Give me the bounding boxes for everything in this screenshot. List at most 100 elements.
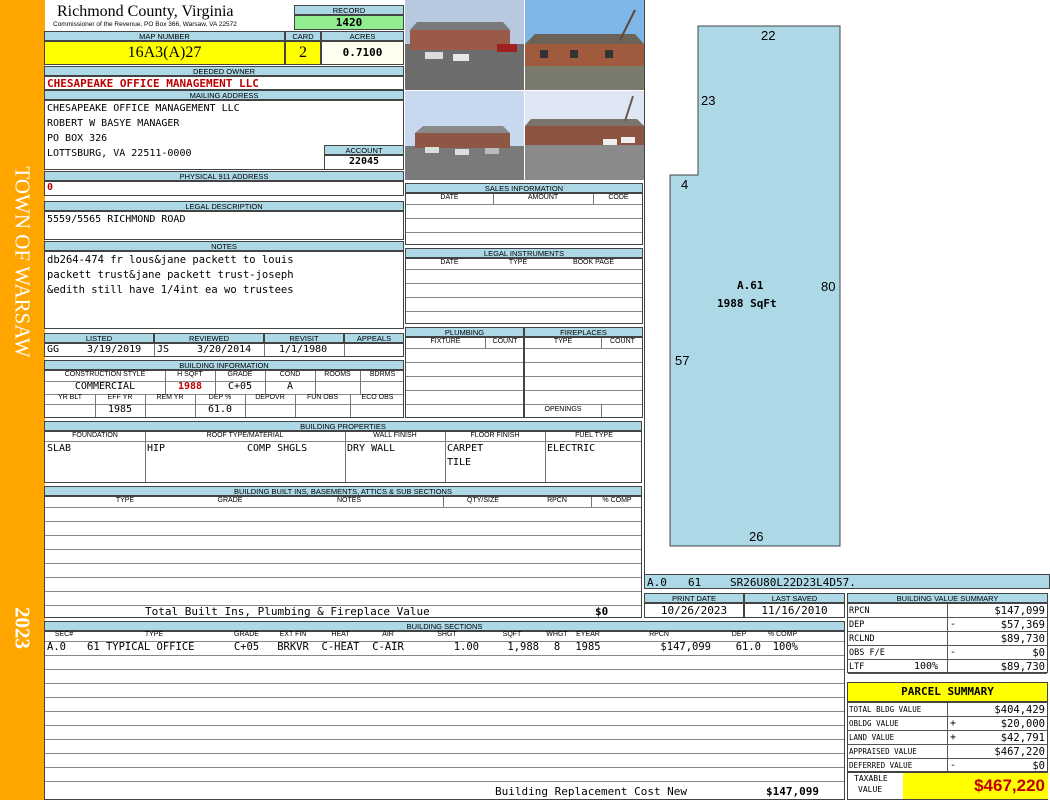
section-col: EYEAR bbox=[576, 631, 600, 638]
section-cell: 100% bbox=[772, 641, 798, 653]
bt-col: NOTES bbox=[336, 497, 362, 504]
building-props-label: BUILDING PROPERTIES bbox=[44, 421, 642, 431]
bp-roof-material: COMP SHGLS bbox=[247, 443, 308, 454]
section-cell: 61.0 bbox=[735, 641, 761, 653]
section-col: WHGT bbox=[546, 631, 568, 638]
bp-floor: TILE bbox=[447, 457, 472, 468]
summary-value: $467,220 bbox=[994, 746, 1045, 758]
notes-line: db264-474 fr lous&jane packett to louis bbox=[47, 254, 294, 266]
summary-key: RCLND bbox=[849, 634, 875, 644]
summary-sign: + bbox=[950, 732, 957, 743]
sales-grid: DATE AMOUNT CODE bbox=[405, 193, 643, 245]
builtins-label: BUILDING BUILT INS, BASEMENTS, ATTICS & … bbox=[44, 486, 642, 496]
acres-value: 0.7100 bbox=[321, 41, 404, 65]
bi-h2-depovr: DEPOVR bbox=[255, 394, 285, 401]
notes-box: db264-474 fr lous&jane packett to louis … bbox=[44, 251, 404, 329]
value-summary-table: RPCN $147,099 DEP - $57,369 RCLND $89,730 OBS F… bbox=[847, 603, 1048, 674]
section-cell: C+05 bbox=[233, 641, 260, 653]
sketch-area: 22 23 4 80 57 26 A.61 1988 SqFt bbox=[644, 0, 1050, 574]
summary-value: $0 bbox=[1032, 760, 1045, 772]
sketch-code-sec: A.0 bbox=[647, 576, 667, 589]
bi-h2-ecoobs: ECO OBS bbox=[361, 394, 394, 401]
sketch-area-label: 1988 SqFt bbox=[717, 297, 777, 310]
card-value: 2 bbox=[285, 41, 321, 65]
listed-row: GG 3/19/2019 JS 3/20/2014 1/1/1980 bbox=[44, 343, 404, 357]
bt-col: RPCN bbox=[547, 497, 567, 504]
building-props-grid: FOUNDATION ROOF TYPE/MATERIAL WALL FINIS… bbox=[44, 431, 642, 483]
summary-row: RCLND $89,730 bbox=[848, 632, 1047, 646]
value-summary-label: BUILDING VALUE SUMMARY bbox=[847, 593, 1048, 603]
section-col: RPCN bbox=[649, 631, 669, 638]
sections-label: BUILDING SECTIONS bbox=[44, 621, 845, 631]
bp-col: FOUNDATION bbox=[72, 432, 118, 439]
section-cell: 1,988 bbox=[507, 641, 539, 653]
fireplace-col: TYPE bbox=[553, 338, 573, 345]
section-cell: 1985 bbox=[575, 641, 601, 653]
sections-cells: SEC# TYPE GRADE EXT FIN HEAT AIR SHGT SQFT WHGT E… bbox=[44, 631, 845, 655]
summary-row: LTF 100% $89,730 bbox=[848, 660, 1047, 674]
owner-label: DEEDED OWNER bbox=[44, 66, 404, 76]
physical-value: 0 bbox=[44, 181, 404, 196]
bi-grade: C+05 bbox=[227, 381, 253, 392]
sections-grid bbox=[44, 631, 845, 800]
notes-line: packett trust&jane packett trust-joseph bbox=[47, 269, 294, 281]
owner-name: CHESAPEAKE OFFICE MANAGEMENT LLC bbox=[44, 76, 404, 90]
summary-key: RPCN bbox=[849, 606, 870, 616]
sales-label: SALES INFORMATION bbox=[405, 183, 643, 193]
fireplaces-grid: TYPE COUNT OPENINGS bbox=[524, 337, 643, 418]
revisit-value: 1/1/1980 bbox=[279, 344, 328, 355]
building-info-label: BUILDING INFORMATION bbox=[44, 360, 404, 370]
bi-h2-funobs: FUN OBS bbox=[306, 394, 339, 401]
summary-key: DEP bbox=[849, 620, 865, 630]
building-info-grid: CONSTRUCTION STYLE H SQFT GRADE COND ROO… bbox=[44, 370, 404, 418]
summary-value: $147,099 bbox=[994, 605, 1045, 617]
bi-h-grade: GRADE bbox=[227, 371, 253, 378]
plumbing-grid: FIXTURE COUNT bbox=[405, 337, 524, 418]
summary-pct: 100% bbox=[914, 661, 939, 672]
physical-label: PHYSICAL 911 ADDRESS bbox=[44, 171, 404, 181]
legal-instruments-label: LEGAL INSTRUMENTS bbox=[405, 248, 643, 258]
bi-effyr: 1985 bbox=[107, 404, 133, 415]
reviewed-date: 3/20/2014 bbox=[197, 344, 252, 355]
print-date-label: PRINT DATE bbox=[644, 593, 744, 603]
bi-h2-dep: DEP % bbox=[208, 394, 232, 401]
builtins-grid: TYPE GRADE NOTES QTY/SIZE RPCN % COMP To… bbox=[44, 496, 642, 618]
summary-key: DEFERRED VALUE bbox=[849, 761, 913, 770]
card-label: CARD bbox=[285, 31, 321, 41]
notes-label: NOTES bbox=[44, 241, 404, 251]
fireplaces-label: FIREPLACES bbox=[524, 327, 643, 337]
section-col: EXT FIN bbox=[279, 631, 307, 638]
builtins-total: $0 bbox=[595, 605, 609, 618]
summary-value: $89,730 bbox=[1000, 661, 1045, 673]
sidebar-year: 2023 bbox=[10, 607, 35, 649]
replacement-value: $147,099 bbox=[766, 785, 819, 798]
bi-h2-yrblt: YR BLT bbox=[58, 394, 82, 401]
sales-col: AMOUNT bbox=[527, 194, 559, 201]
county-title: Richmond County, Virginia bbox=[57, 3, 234, 20]
summary-key: OBS F/E bbox=[849, 648, 885, 658]
sketch-dim: 26 bbox=[749, 529, 764, 544]
listed-label: LISTED bbox=[44, 333, 154, 343]
bp-col: FUEL TYPE bbox=[575, 432, 613, 439]
section-col: % COMP bbox=[767, 631, 798, 638]
bi-h-bdrms: BDRMS bbox=[369, 371, 396, 378]
bi-h-style: CONSTRUCTION STYLE bbox=[64, 371, 146, 378]
section-cell: 8 bbox=[553, 641, 561, 653]
bp-wall: DRY WALL bbox=[347, 443, 396, 454]
taxable-value: $467,220 bbox=[903, 773, 1048, 799]
summary-value: $57,369 bbox=[1000, 619, 1045, 631]
bt-col: QTY/SIZE bbox=[467, 497, 499, 504]
bi-hsqft: 1988 bbox=[177, 381, 203, 392]
summary-value: $404,429 bbox=[994, 704, 1045, 716]
plumbing-col: FIXTURE bbox=[430, 338, 461, 345]
summary-key: LTF bbox=[849, 662, 865, 672]
summary-value: $42,791 bbox=[1000, 732, 1045, 744]
property-photo-3 bbox=[405, 91, 524, 180]
plumbing-label: PLUMBING bbox=[405, 327, 524, 337]
record-label: RECORD bbox=[294, 5, 404, 15]
mailing-line: CHESAPEAKE OFFICE MANAGEMENT LLC bbox=[47, 103, 240, 114]
property-photo-4 bbox=[525, 91, 644, 180]
parcel-summary-table: TOTAL BLDG VALUE $404,429 OBLDG VALUE + $20,… bbox=[847, 702, 1048, 773]
section-col: AIR bbox=[382, 631, 394, 638]
bi-cond: A bbox=[286, 381, 294, 392]
